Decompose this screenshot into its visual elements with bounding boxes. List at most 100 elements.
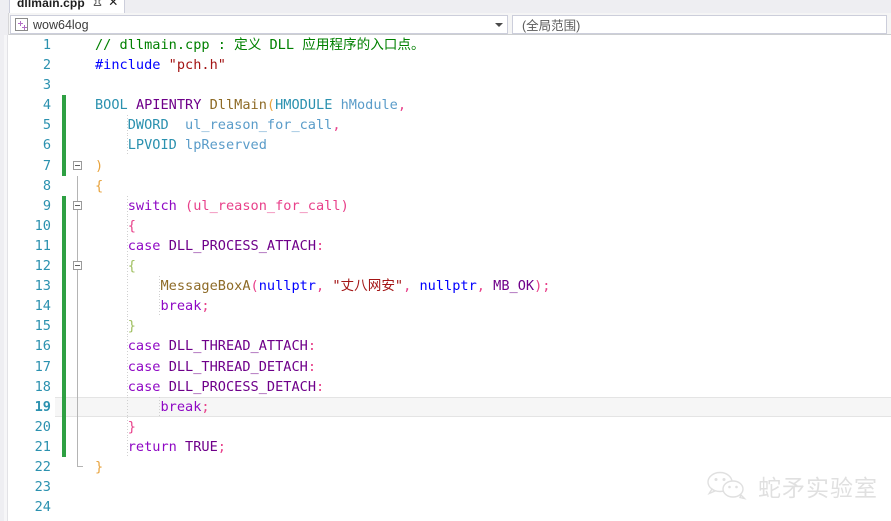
code-line[interactable]: 12 {: [9, 256, 891, 277]
code-line[interactable]: 11 case DLL_PROCESS_ATTACH:: [9, 235, 891, 257]
code-token: ,: [332, 117, 341, 134]
code-line[interactable]: 5 DWORD ul_reason_for_call,: [9, 115, 891, 136]
code-token: :: [307, 338, 317, 355]
change-indicator-bar: [62, 195, 66, 216]
change-indicator-bar: [62, 396, 66, 417]
code-token: ): [95, 157, 104, 174]
line-number: 17: [34, 358, 51, 375]
line-number: 22: [34, 458, 51, 475]
code-token: ;: [217, 438, 226, 455]
change-indicator-bar: [62, 135, 66, 156]
code-line[interactable]: 22}: [9, 456, 891, 477]
document-tab-label: dllmain.cpp: [17, 0, 85, 10]
code-line[interactable]: 9 switch (ul_reason_for_call): [9, 195, 891, 216]
type-scope-dropdown[interactable]: wow64log: [10, 15, 508, 34]
code-line[interactable]: 2 #include "pch.h": [9, 55, 891, 75]
code-line-text: MessageBoxA(nullptr, "丈八网安", nullptr, MB…: [95, 276, 550, 296]
code-token: ): [340, 197, 349, 214]
line-number: 16: [34, 338, 51, 355]
code-token: BOOL: [95, 97, 128, 114]
code-token: case: [127, 378, 161, 395]
line-number: 24: [34, 499, 51, 516]
code-line-text: case DLL_THREAD_ATTACH:: [95, 336, 316, 356]
code-line[interactable]: 7): [9, 155, 891, 176]
code-line[interactable]: 13 MessageBoxA(nullptr, "丈八网安", nullptr,…: [9, 276, 891, 297]
collapse-region-icon[interactable]: [73, 200, 82, 210]
code-token: ul_reason_for_call: [185, 117, 333, 134]
code-line[interactable]: 15 }: [9, 316, 891, 337]
code-token: TRUE: [185, 438, 218, 455]
code-line[interactable]: 4 BOOL APIENTRY DllMain(HMODULE hModule,: [9, 95, 891, 116]
outlining-guide-line: [77, 235, 78, 257]
code-line[interactable]: 6 LPVOID lpReserved: [9, 135, 891, 156]
code-token: ,: [476, 278, 494, 295]
line-number: 1: [42, 37, 51, 53]
code-line[interactable]: 21 return TRUE;: [9, 436, 891, 457]
code-line-text: }: [95, 316, 136, 336]
change-indicator-bar: [62, 376, 66, 397]
line-number: 7: [42, 157, 51, 174]
line-number: 8: [42, 177, 51, 194]
code-line[interactable]: 23: [9, 477, 891, 497]
code-line-text: case DLL_THREAD_DETACH:: [95, 357, 316, 377]
code-editor[interactable]: 1 // dllmain.cpp : 定义 DLL 应用程序的入口点。 2 #incl…: [0, 35, 891, 521]
outlining-guide-line: [77, 276, 78, 297]
code-line-text: }: [95, 417, 136, 437]
collapse-region-icon[interactable]: [73, 160, 82, 170]
code-token: DWORD: [127, 117, 169, 134]
code-token: DLL_PROCESS_DETACH: [168, 378, 317, 395]
change-indicator-bar: [62, 416, 66, 437]
code-token: ul_reason_for_call: [193, 197, 341, 214]
line-number: 9: [42, 197, 51, 214]
code-line-text: case DLL_PROCESS_DETACH:: [95, 377, 324, 397]
code-token: ,: [397, 97, 407, 114]
code-line[interactable]: 17 case DLL_THREAD_DETACH:: [9, 356, 891, 377]
line-number: 14: [34, 298, 51, 315]
code-line[interactable]: 24: [9, 497, 891, 517]
code-token: }: [127, 318, 136, 335]
code-token: (: [185, 197, 194, 214]
code-line[interactable]: 20 }: [9, 416, 891, 437]
code-line[interactable]: 19 break;: [9, 396, 891, 417]
code-line[interactable]: 3: [9, 75, 891, 95]
close-icon[interactable]: ✕: [108, 0, 119, 8]
line-number: 13: [34, 278, 51, 295]
code-token: return: [127, 438, 177, 455]
code-line[interactable]: 1 // dllmain.cpp : 定义 DLL 应用程序的入口点。: [9, 35, 891, 55]
document-tab-strip: dllmain.cpp ✕: [0, 0, 891, 14]
editor-selection-margin: [4, 35, 8, 521]
member-scope-dropdown[interactable]: (全局范围): [512, 15, 887, 34]
code-token: :: [307, 358, 317, 375]
code-token: "丈八网安": [332, 278, 404, 295]
code-line-text: case DLL_PROCESS_ATTACH:: [95, 236, 324, 256]
line-number: 19: [34, 398, 51, 415]
change-indicator-bar: [62, 115, 66, 136]
chevron-down-icon[interactable]: [495, 22, 503, 27]
code-line-text: LPVOID lpReserved: [95, 135, 267, 155]
code-line-text: DWORD ul_reason_for_call,: [95, 115, 341, 135]
pin-icon[interactable]: [92, 0, 103, 8]
code-lines-container[interactable]: 1 // dllmain.cpp : 定义 DLL 应用程序的入口点。 2 #incl…: [9, 35, 891, 521]
collapse-region-icon[interactable]: [73, 261, 82, 271]
code-token: LPVOID: [127, 137, 177, 154]
code-line[interactable]: 16 case DLL_THREAD_ATTACH:: [9, 336, 891, 357]
line-number: 12: [34, 258, 51, 275]
code-token: #include: [95, 57, 161, 74]
code-token: ;: [542, 278, 551, 295]
code-line-text: break;: [95, 397, 209, 417]
code-line[interactable]: 8{: [9, 175, 891, 196]
change-indicator-bar: [62, 215, 66, 236]
visual-studio-editor-window: dllmain.cpp ✕ wow64log (全局范围) 1 // dllmai…: [0, 0, 891, 521]
document-tab-dllmain-cpp[interactable]: dllmain.cpp ✕: [9, 0, 125, 13]
code-line[interactable]: 18 case DLL_PROCESS_DETACH:: [9, 376, 891, 397]
code-line-text: break;: [95, 296, 209, 316]
code-line[interactable]: 10 {: [9, 215, 891, 236]
code-line-text: switch (ul_reason_for_call): [95, 196, 349, 216]
line-number: 21: [34, 438, 51, 455]
code-line[interactable]: 14 break;: [9, 296, 891, 317]
